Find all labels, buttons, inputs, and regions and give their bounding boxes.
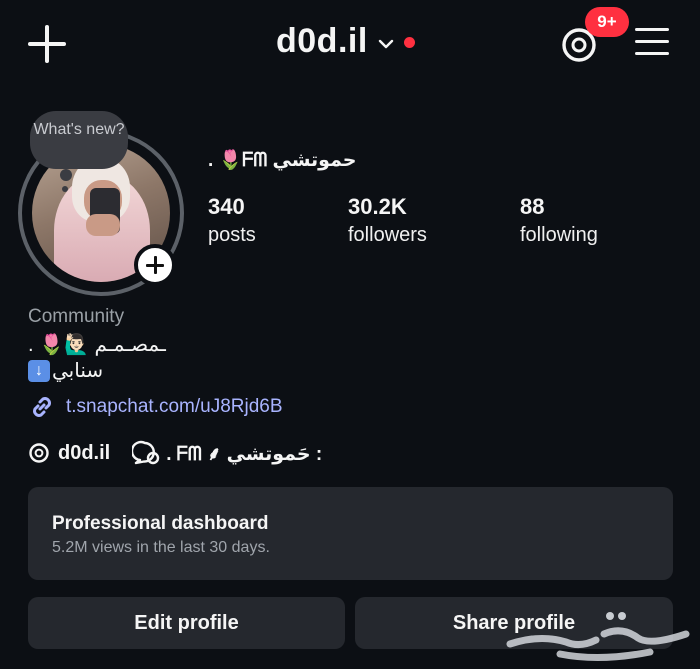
bio-link[interactable]: t.snapchat.com/uJ8Rjd6B	[28, 393, 283, 421]
stat-followers[interactable]: 30.2K followers	[348, 194, 427, 247]
bio-line-snap: ↓ سنابي	[28, 358, 103, 383]
down-arrow-icon: ↓	[28, 359, 50, 382]
notes-bubble[interactable]: What's new?	[30, 111, 128, 169]
display-name: . 🌷ᖴᗰ حموتشي	[208, 150, 357, 171]
chevron-down-icon	[378, 39, 393, 48]
bio-link-text: t.snapchat.com/uJ8Rjd6B	[66, 396, 283, 417]
channel-name: . ᖴᗰ ⸙ حَموتشي :	[166, 444, 323, 465]
stat-followers-value: 30.2K	[348, 194, 407, 219]
notification-badge: 9+	[585, 7, 629, 37]
stat-following-label: following	[520, 224, 598, 246]
stat-following-value: 88	[520, 194, 545, 219]
unread-dot	[403, 37, 415, 48]
bio-line: ـمصـمـم 🙋🏻‍♂️🌷 .	[28, 334, 166, 356]
threads-handle[interactable]: d0d.il	[58, 442, 110, 465]
linked-accounts-row: d0d.il . ᖴᗰ ⸙ حَموتشي :	[28, 440, 322, 466]
watermark-logo	[506, 612, 690, 662]
menu-hamburger-icon[interactable]	[635, 26, 671, 58]
stat-posts[interactable]: 340 posts	[208, 194, 256, 247]
bubble-tail-dot-small	[62, 186, 68, 192]
dashboard-subtitle: 5.2M views in the last 30 days.	[52, 539, 270, 556]
account-switcher[interactable]: d0d.il	[276, 22, 415, 61]
dashboard-title: Professional dashboard	[52, 513, 269, 534]
stat-posts-label: posts	[208, 224, 256, 246]
stat-posts-value: 340	[208, 194, 245, 219]
add-story-icon[interactable]	[134, 244, 176, 286]
top-bar: d0d.il 9+	[0, 0, 700, 90]
threads-small-icon	[29, 443, 49, 463]
bio-snap-text: سنابي	[52, 360, 104, 382]
chat-bubble-icon	[132, 440, 160, 465]
link-icon	[33, 397, 51, 417]
edit-profile-button[interactable]: Edit profile	[28, 597, 345, 649]
bubble-tail-dot	[60, 169, 72, 181]
profile-page: d0d.il 9+ What's new? . 🌷ᖴᗰ حموتشي 340 p…	[0, 0, 700, 669]
profile-username: d0d.il	[276, 22, 368, 60]
professional-dashboard-card[interactable]: Professional dashboard 5.2M views in the…	[28, 487, 673, 580]
stat-following[interactable]: 88 following	[520, 194, 598, 247]
create-plus-icon[interactable]	[28, 25, 66, 63]
broadcast-channel[interactable]: . ᖴᗰ ⸙ حَموتشي :	[132, 440, 322, 466]
profile-category: Community	[28, 306, 125, 327]
stat-followers-label: followers	[348, 224, 427, 246]
